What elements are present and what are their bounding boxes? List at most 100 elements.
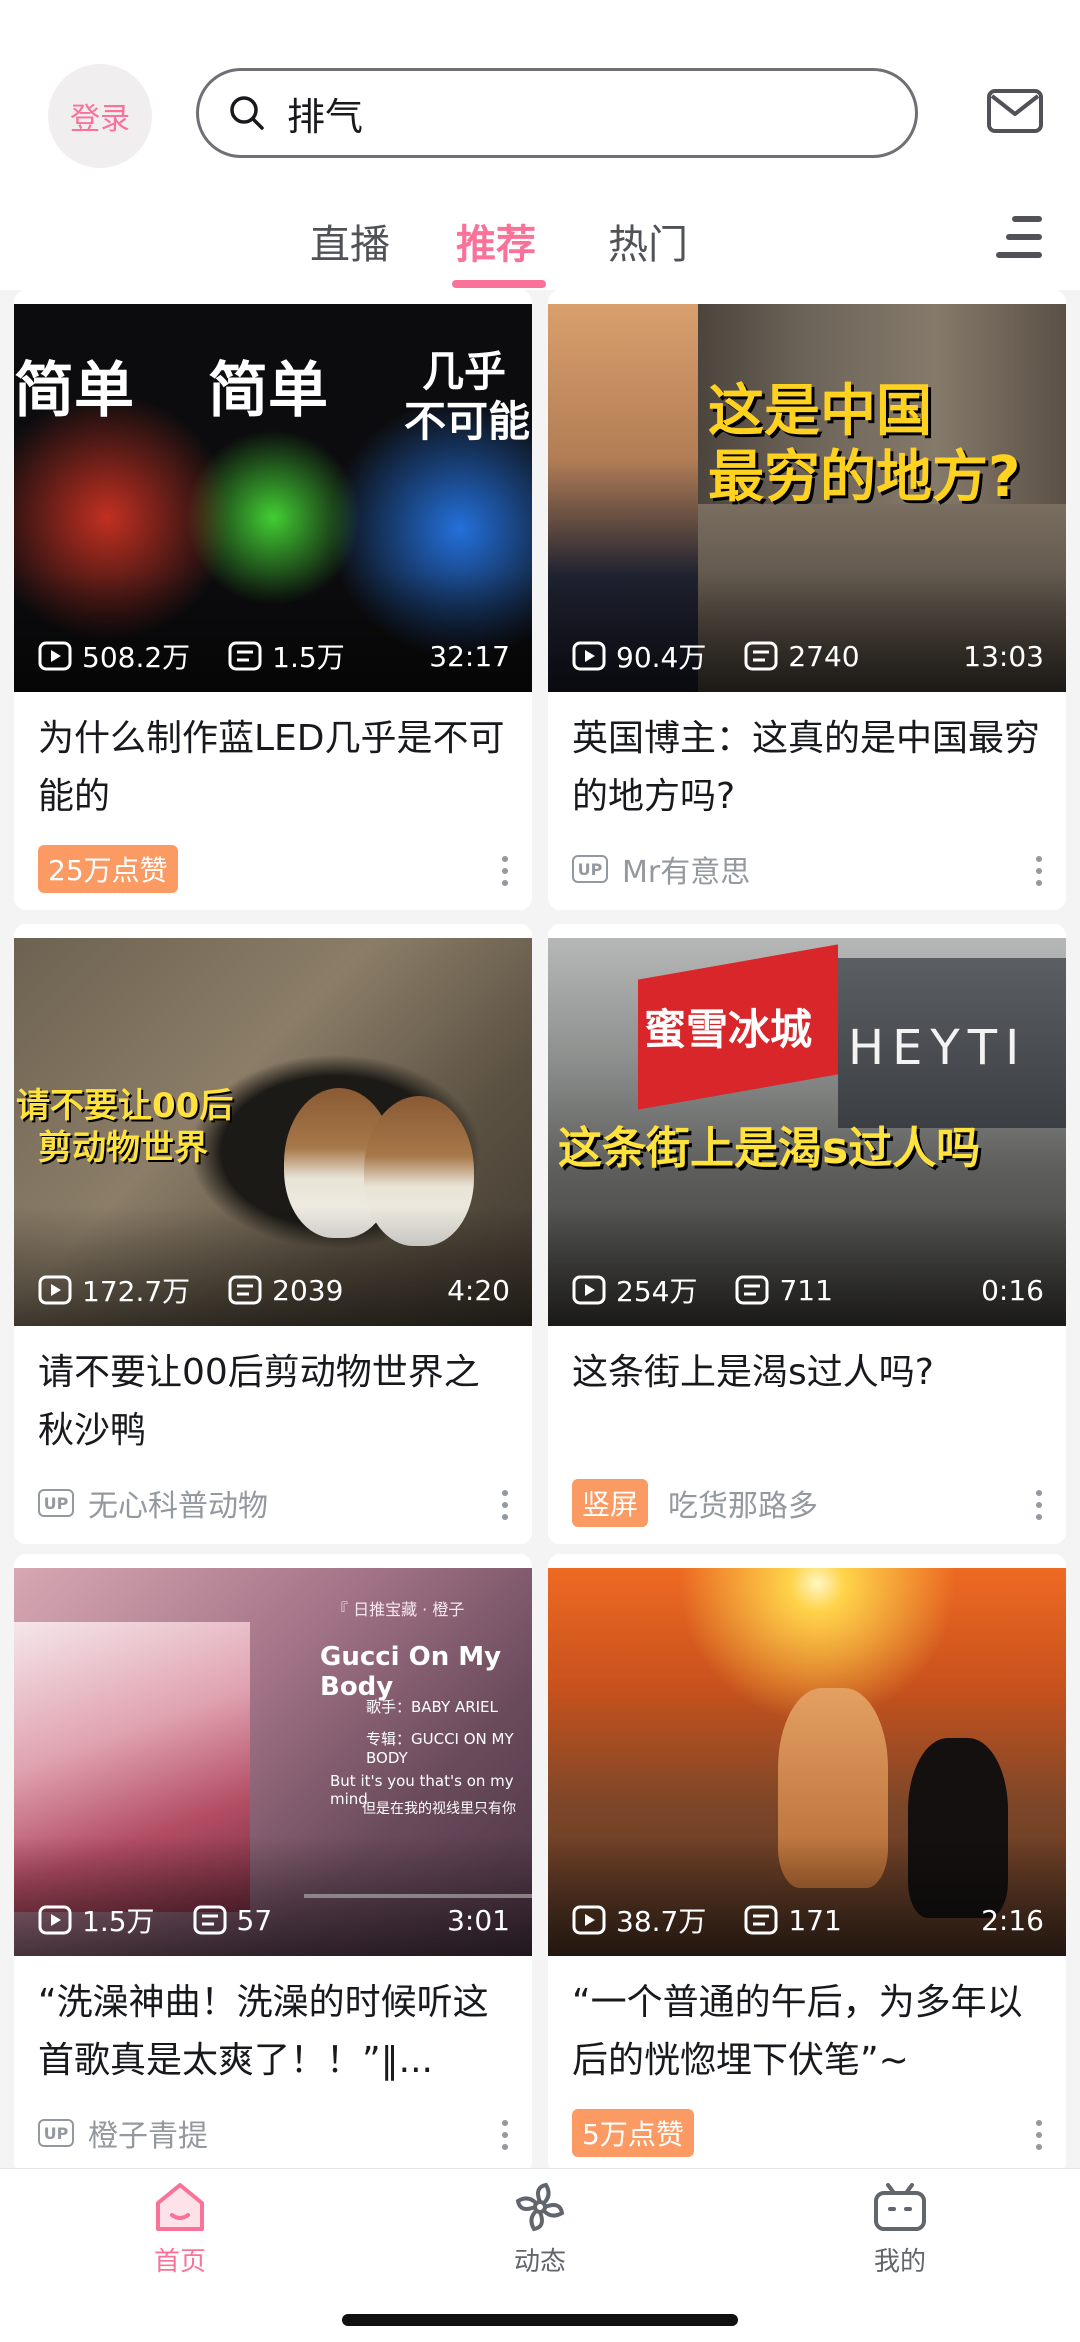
duration: 2:16 bbox=[981, 1903, 1044, 1937]
more-options-icon[interactable] bbox=[502, 856, 508, 886]
nav-dynamic-label: 动态 bbox=[513, 2247, 566, 2277]
play-count-icon bbox=[38, 1275, 72, 1305]
thumb-caption: 剪动物世界 bbox=[38, 1128, 208, 1168]
video-title[interactable]: 为什么制作蓝LED几乎是不可能的 bbox=[38, 710, 508, 826]
video-card[interactable]: 蜜雪冰城 HEYTI 这条街上是渴s过人吗 254万 711 0:16 这条街上… bbox=[548, 924, 1066, 1544]
video-stats: 172.7万 2039 4:20 bbox=[38, 1268, 510, 1312]
video-thumbnail[interactable]: 请不要让00后 剪动物世界 172.7万 2039 4:20 bbox=[14, 938, 532, 1326]
video-meta: UP 无心科普动物 bbox=[38, 1480, 268, 1526]
more-options-icon[interactable] bbox=[502, 2120, 508, 2150]
pinwheel-icon bbox=[515, 2182, 565, 2232]
duration: 0:16 bbox=[981, 1273, 1044, 1307]
active-tab-indicator bbox=[452, 280, 546, 288]
thumb-caption: 专辑：GUCCI ON MY BODY bbox=[366, 1730, 514, 1767]
thumb-caption: 蜜雪冰城 bbox=[644, 1005, 813, 1054]
video-thumbnail[interactable]: 38.7万 171 2:16 bbox=[548, 1568, 1066, 1956]
menu-icon[interactable] bbox=[996, 216, 1042, 258]
view-count: 172.7万 bbox=[82, 1275, 191, 1308]
comment-count: 171 bbox=[788, 1903, 842, 1937]
search-input[interactable] bbox=[287, 91, 887, 135]
video-thumbnail[interactable]: 简单 简单 几乎 不可能 508.2万 1.5万 32:17 bbox=[14, 304, 532, 692]
thumb-caption: 简单 bbox=[14, 356, 134, 426]
duration: 32:17 bbox=[429, 639, 510, 673]
video-card[interactable]: 请不要让00后 剪动物世界 172.7万 2039 4:20 请不要让00后剪动… bbox=[14, 924, 532, 1544]
more-options-icon[interactable] bbox=[1036, 2120, 1042, 2150]
nav-dynamic[interactable]: 动态 bbox=[460, 2181, 620, 2301]
thumb-caption: Gucci On My Body bbox=[320, 1642, 502, 1702]
view-count: 508.2万 bbox=[82, 641, 191, 674]
more-options-icon[interactable] bbox=[1036, 1490, 1042, 1520]
author-name[interactable]: 无心科普动物 bbox=[88, 1481, 268, 1525]
tab-live[interactable]: 直播 bbox=[310, 212, 390, 270]
video-card[interactable]: 38.7万 171 2:16 “一个普通的午后，为多年以后的恍惚埋下伏笔”~ 5… bbox=[548, 1554, 1066, 2174]
author-name[interactable]: Mr有意思 bbox=[622, 847, 750, 891]
nav-home[interactable]: 首页 bbox=[100, 2181, 260, 2301]
video-meta: 5万点赞 bbox=[572, 2109, 694, 2157]
video-title[interactable]: “洗澡神曲！洗澡的时候听这首歌真是太爽了！！”‖... bbox=[38, 1974, 508, 2090]
video-stats: 508.2万 1.5万 32:17 bbox=[38, 634, 510, 678]
mail-icon[interactable] bbox=[986, 88, 1044, 134]
video-thumbnail[interactable]: 『 日推宝藏 · 橙子 Gucci On My Body 歌手：BABY ARI… bbox=[14, 1568, 532, 1956]
search-bar[interactable] bbox=[196, 68, 918, 158]
thumb-caption: 『 日推宝藏 · 橙子 bbox=[332, 1600, 465, 1619]
view-count: 1.5万 bbox=[82, 1905, 155, 1938]
thumb-caption: 不可能 bbox=[404, 397, 531, 446]
video-stats: 1.5万 57 3:01 bbox=[38, 1898, 510, 1942]
channel-tabs: 直播 推荐 热门 bbox=[0, 200, 1080, 290]
danmaku-icon bbox=[228, 641, 262, 671]
video-meta: 竖屏 吃货那路多 bbox=[572, 1479, 818, 1527]
play-count-icon bbox=[38, 641, 72, 671]
like-badge: 25万点赞 bbox=[38, 845, 178, 893]
video-title[interactable]: 请不要让00后剪动物世界之秋沙鸭 bbox=[38, 1344, 508, 1460]
duration: 13:03 bbox=[963, 639, 1044, 673]
video-stats: 90.4万 2740 13:03 bbox=[572, 634, 1044, 678]
video-title[interactable]: 这条街上是渴s过人吗? bbox=[572, 1344, 1042, 1460]
thumb-caption: 歌手：BABY ARIEL bbox=[366, 1698, 498, 1716]
comment-count: 2039 bbox=[272, 1273, 344, 1307]
video-card[interactable]: 这是中国 最穷的地方? 90.4万 2740 13:03 英国博主：这真的是中国… bbox=[548, 290, 1066, 910]
play-count-icon bbox=[572, 641, 606, 671]
home-icon bbox=[156, 2183, 204, 2231]
view-count: 254万 bbox=[616, 1275, 698, 1308]
up-icon: UP bbox=[38, 2119, 74, 2147]
video-card[interactable]: 简单 简单 几乎 不可能 508.2万 1.5万 32:17 为什么制作蓝LED… bbox=[14, 290, 532, 910]
tv-icon bbox=[874, 2183, 926, 2231]
tab-recommend[interactable]: 推荐 bbox=[456, 212, 536, 270]
comment-count: 1.5万 bbox=[272, 641, 345, 674]
video-card[interactable]: 『 日推宝藏 · 橙子 Gucci On My Body 歌手：BABY ARI… bbox=[14, 1554, 532, 2174]
more-options-icon[interactable] bbox=[502, 1490, 508, 1520]
video-meta: 25万点赞 bbox=[38, 845, 178, 893]
author-name[interactable]: 吃货那路多 bbox=[668, 1481, 818, 1525]
view-count: 38.7万 bbox=[616, 1905, 707, 1938]
video-title[interactable]: 英国博主：这真的是中国最穷的地方吗? bbox=[572, 710, 1042, 826]
danmaku-icon bbox=[228, 1275, 262, 1305]
comment-count: 57 bbox=[236, 1903, 273, 1937]
play-count-icon bbox=[572, 1275, 606, 1305]
more-options-icon[interactable] bbox=[1036, 856, 1042, 886]
video-stats: 254万 711 0:16 bbox=[572, 1268, 1044, 1312]
up-icon: UP bbox=[572, 855, 608, 883]
thumb-caption: 但是在我的视线里只有你 bbox=[362, 1801, 516, 1817]
video-title[interactable]: “一个普通的午后，为多年以后的恍惚埋下伏笔”~ bbox=[572, 1974, 1042, 2090]
top-bar: 登录 直播 推荐 热门 bbox=[0, 0, 1080, 290]
nav-home-label: 首页 bbox=[153, 2247, 206, 2277]
home-indicator bbox=[342, 2314, 738, 2326]
login-button[interactable]: 登录 bbox=[48, 64, 152, 168]
nav-mine[interactable]: 我的 bbox=[820, 2181, 980, 2301]
view-count: 90.4万 bbox=[616, 641, 707, 674]
author-name[interactable]: 橙子青提 bbox=[88, 2111, 208, 2155]
comment-count: 2740 bbox=[788, 639, 860, 673]
duration: 3:01 bbox=[447, 1903, 510, 1937]
video-thumbnail[interactable]: 蜜雪冰城 HEYTI 这条街上是渴s过人吗 254万 711 0:16 bbox=[548, 938, 1066, 1326]
play-count-icon bbox=[572, 1905, 606, 1935]
danmaku-icon bbox=[744, 1905, 778, 1935]
thumb-caption: 最穷的地方? bbox=[708, 445, 1021, 510]
comment-count: 711 bbox=[779, 1273, 833, 1307]
tab-hot[interactable]: 热门 bbox=[608, 212, 688, 270]
video-meta: UP 橙子青提 bbox=[38, 2110, 208, 2156]
nav-mine-label: 我的 bbox=[873, 2247, 926, 2277]
video-thumbnail[interactable]: 这是中国 最穷的地方? 90.4万 2740 13:03 bbox=[548, 304, 1066, 692]
up-icon: UP bbox=[38, 1489, 74, 1517]
danmaku-icon bbox=[744, 641, 778, 671]
search-icon bbox=[230, 96, 264, 130]
